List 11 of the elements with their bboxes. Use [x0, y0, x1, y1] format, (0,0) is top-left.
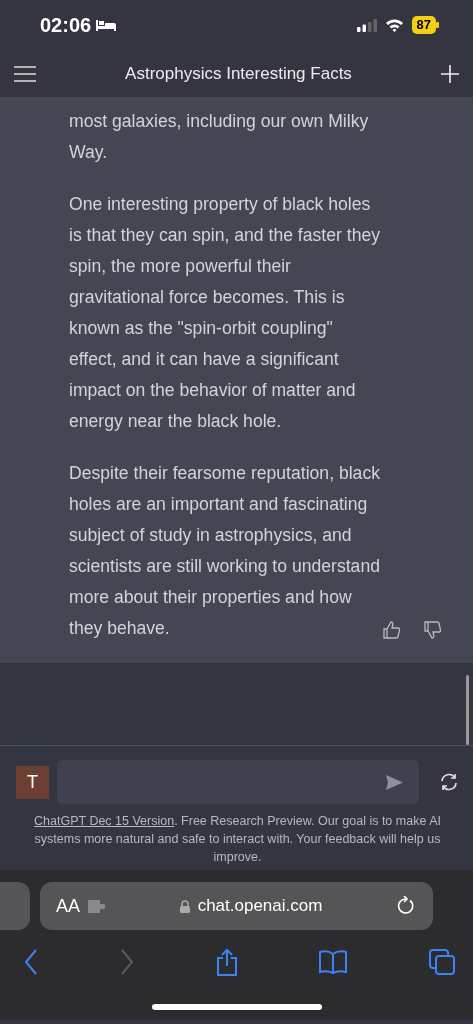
disclaimer-text: ChatGPT Dec 15 Version. Free Research Preview. Our goal is to make AI systems more natural and safe to interact with. Your feedback will help us improve. [33, 813, 442, 866]
message-paragraph: Despite their fearsome reputation, black holes are an important and fascinating subject of study in astrophysics, and scientists are still working to understand more about their properties and how they behave. [69, 462, 381, 640]
message-paragraph: One interesting property of black holes is that they can spin, and the faster they spin, the more powerful their gravitational force becomes. This is known as the "spin-orbit coupling" effect, and it can have a significant impact on the behavior of matter and energy near the black hole. [69, 193, 381, 433]
user-avatar: T [16, 765, 49, 799]
text-size-button[interactable]: AA [56, 892, 80, 920]
message-paragraph: most galaxies, including our own Milky Way. [69, 110, 370, 164]
address-bar[interactable]: AA chat.openai.com [40, 882, 433, 930]
chat-title: Astrophysics Interesting Facts [125, 62, 352, 85]
battery-indicator: 87 [411, 16, 436, 34]
url-text: chat.openai.com [197, 895, 323, 918]
clock-time: 02:06 [40, 13, 92, 38]
